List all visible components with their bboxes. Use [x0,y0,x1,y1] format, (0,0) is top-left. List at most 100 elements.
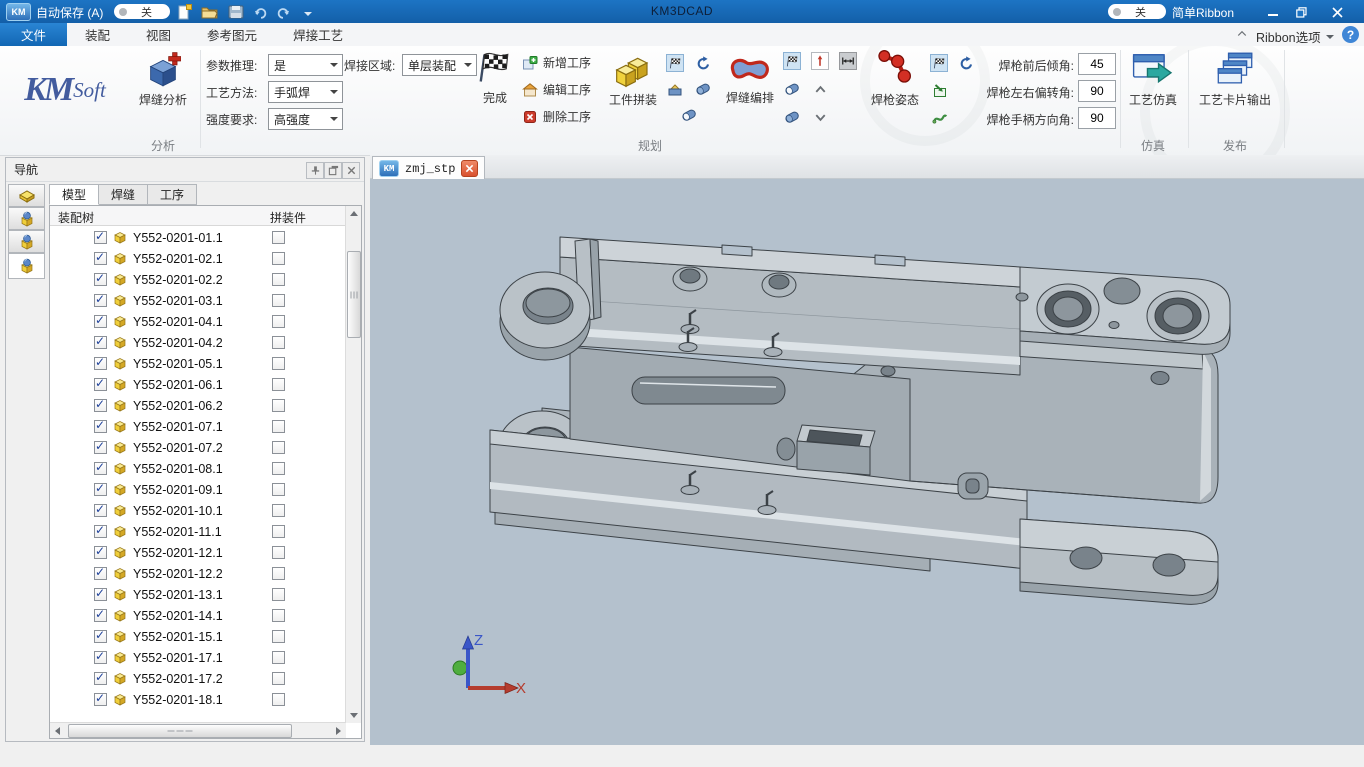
menu-tab[interactable]: 视图 [128,23,189,46]
assembly-checkbox[interactable] [272,483,285,496]
tree-row[interactable]: Y552-0201-06.1 [50,374,346,395]
nav-tab[interactable]: 焊缝 [99,184,148,205]
tree-row[interactable]: Y552-0201-02.1 [50,248,346,269]
tree-row[interactable]: Y552-0201-17.1 [50,647,346,668]
tree-row[interactable]: Y552-0201-07.1 [50,416,346,437]
tree-row[interactable]: Y552-0201-10.1 [50,500,346,521]
tree-row[interactable]: Y552-0201-03.1 [50,290,346,311]
assembly-checkbox[interactable] [272,294,285,307]
nav-tab[interactable]: 工序 [148,184,197,205]
assembly-checkbox[interactable] [272,588,285,601]
part-assembly-button[interactable]: 工件拼装 [602,52,664,108]
visibility-checkbox[interactable] [94,693,107,706]
move-up-mini-button[interactable] [811,80,829,98]
posture-finish-mini-button[interactable] [930,54,948,72]
scroll-down-button[interactable] [346,708,361,723]
assembly-checkbox[interactable] [272,504,285,517]
add-step-button[interactable]: 新增工序 [522,54,591,71]
scroll-right-button[interactable] [331,723,346,738]
close-button[interactable] [1326,4,1348,20]
gun-pitch-input[interactable] [1078,53,1116,75]
menu-tab[interactable]: 参考图元 [189,23,275,46]
nav-float-button[interactable] [324,162,342,179]
tree-row[interactable]: Y552-0201-04.2 [50,332,346,353]
menu-tab[interactable]: 装配 [67,23,128,46]
delete-step-button[interactable]: 删除工序 [522,108,591,125]
strip-process-button[interactable] [8,253,45,279]
assembly-checkbox[interactable] [272,357,285,370]
assembly-checkbox[interactable] [272,252,285,265]
tree-row[interactable]: Y552-0201-08.1 [50,458,346,479]
refresh-mini-button[interactable] [694,54,712,72]
seam-mini-button[interactable] [783,108,801,126]
machine-mini-button[interactable] [666,80,684,98]
tree-row[interactable]: Y552-0201-09.1 [50,479,346,500]
edit-step-button[interactable]: 编辑工序 [522,81,591,98]
weld-segment-mini-button[interactable] [694,80,712,98]
assembly-checkbox[interactable] [272,441,285,454]
assembly-checkbox[interactable] [272,399,285,412]
visibility-checkbox[interactable] [94,609,107,622]
weld-arrange-button[interactable]: 焊缝编排 [718,54,782,106]
scroll-left-button[interactable] [50,723,65,738]
scroll-up-button[interactable] [346,206,361,221]
assembly-checkbox[interactable] [272,525,285,538]
nav-tab[interactable]: 模型 [49,184,99,205]
visibility-checkbox[interactable] [94,399,107,412]
tree-row[interactable]: Y552-0201-07.2 [50,437,346,458]
visibility-checkbox[interactable] [94,420,107,433]
assembly-checkbox[interactable] [272,315,285,328]
arrange-finish-mini-button[interactable] [783,52,801,70]
assembly-checkbox[interactable] [272,693,285,706]
visibility-checkbox[interactable] [94,294,107,307]
ribbon-collapse-button[interactable] [1236,28,1248,43]
param-inference-select[interactable]: 是 [268,54,343,76]
3d-model-canvas[interactable]: Z X [370,179,1364,745]
assembly-checkbox[interactable] [272,630,285,643]
weld-segment-half-mini-button[interactable] [680,106,698,124]
visibility-checkbox[interactable] [94,504,107,517]
tree-row[interactable]: Y552-0201-06.2 [50,395,346,416]
visibility-checkbox[interactable] [94,567,107,580]
assembly-checkbox[interactable] [272,651,285,664]
width-mini-button[interactable] [839,52,857,70]
tree-row[interactable]: Y552-0201-12.2 [50,563,346,584]
assembly-checkbox[interactable] [272,420,285,433]
simulate-button[interactable]: 工艺仿真 [1124,52,1182,108]
posture-reset-mini-button[interactable] [957,54,975,72]
visibility-checkbox[interactable] [94,651,107,664]
visibility-checkbox[interactable] [94,588,107,601]
tree-row[interactable]: Y552-0201-14.1 [50,605,346,626]
tree-row[interactable]: Y552-0201-11.1 [50,521,346,542]
horizontal-scrollbar[interactable] [50,722,346,738]
vertical-scrollbar[interactable] [345,206,361,723]
vertical-scroll-thumb[interactable] [347,251,361,338]
tree-row[interactable]: Y552-0201-12.1 [50,542,346,563]
strip-part-button[interactable] [8,184,45,207]
visibility-checkbox[interactable] [94,483,107,496]
assembly-checkbox[interactable] [272,546,285,559]
assembly-checkbox[interactable] [272,672,285,685]
visibility-checkbox[interactable] [94,273,107,286]
horizontal-scroll-thumb[interactable] [68,724,292,738]
menu-tab[interactable]: 文件 [0,23,67,46]
assembly-checkbox[interactable] [272,231,285,244]
help-button[interactable]: ? [1342,26,1359,43]
move-down-mini-button[interactable] [811,108,829,126]
strength-select[interactable]: 高强度 [268,108,343,130]
seam-half-mini-button[interactable] [783,80,801,98]
menu-tab[interactable]: 焊接工艺 [275,23,361,46]
tree-row[interactable]: Y552-0201-18.1 [50,689,346,710]
gun-yaw-input[interactable] [1078,80,1116,102]
tree-row[interactable]: Y552-0201-02.2 [50,269,346,290]
tree-row[interactable]: Y552-0201-04.1 [50,311,346,332]
weld-region-select[interactable]: 单层装配 [402,54,477,76]
visibility-checkbox[interactable] [94,252,107,265]
strip-weld-button[interactable] [8,230,45,253]
maximize-button[interactable] [1290,4,1312,20]
visibility-checkbox[interactable] [94,462,107,475]
minimize-button[interactable] [1262,4,1284,20]
assembly-checkbox[interactable] [272,462,285,475]
visibility-checkbox[interactable] [94,525,107,538]
gun-posture-button[interactable]: 焊枪姿态 [862,48,928,108]
